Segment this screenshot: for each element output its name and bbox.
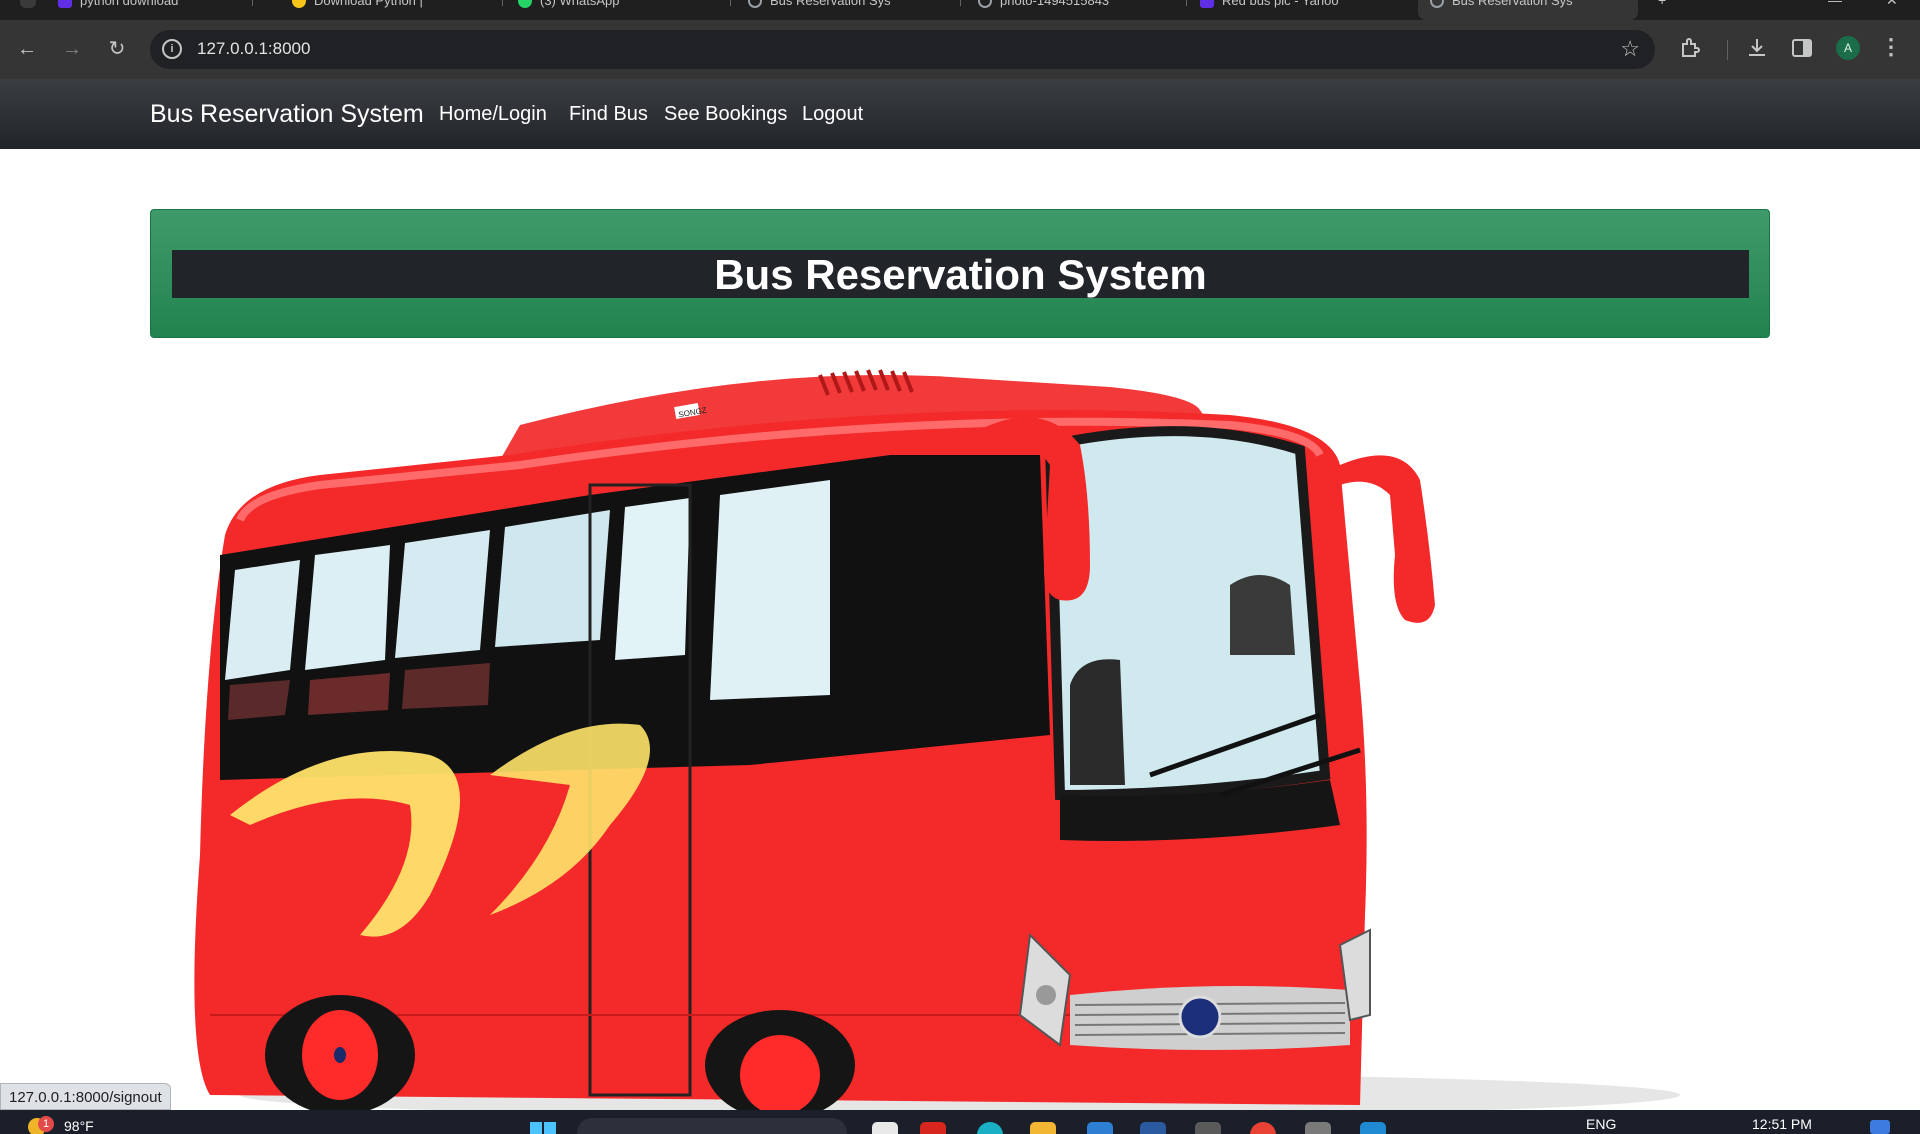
close-window-icon[interactable]: ✕ — [1886, 0, 1898, 9]
whatsapp-favicon-icon — [518, 0, 532, 8]
chrome-browser-icon[interactable] — [1250, 1122, 1276, 1134]
browser-toolbar: ← → ↻ i 127.0.0.1:8000 ☆ A ⋮ — [0, 20, 1920, 79]
notification-center-icon[interactable] — [1870, 1120, 1890, 1134]
tab-5[interactable]: photo-1494515843 — [978, 0, 1158, 20]
red-bus-illustration: SONGZ — [194, 369, 1680, 1120]
app-icon[interactable] — [1195, 1122, 1221, 1134]
reload-icon[interactable]: ↻ — [102, 34, 132, 64]
url-text[interactable]: 127.0.0.1:8000 — [197, 39, 310, 59]
tab-label: Bus Reservation Sys — [1452, 0, 1573, 8]
link-status-bubble: 127.0.0.1:8000/signout — [0, 1083, 171, 1110]
nav-link-logout[interactable]: Logout — [802, 103, 863, 126]
site-info-icon[interactable]: i — [162, 39, 182, 59]
store-icon[interactable] — [1087, 1122, 1113, 1134]
tab-separator — [730, 0, 731, 6]
python-favicon-icon — [292, 0, 306, 8]
tab-label: Download Python | — [314, 0, 423, 8]
browser-tab-strip: python download Download Python | (3) Wh… — [0, 0, 1920, 20]
side-panel-icon[interactable] — [1788, 36, 1816, 67]
app-icon[interactable] — [1305, 1122, 1331, 1134]
menu-kebab-icon[interactable]: ⋮ — [1880, 34, 1902, 60]
banner-title: Bus Reservation System — [172, 250, 1749, 298]
globe-favicon-icon — [1430, 0, 1444, 8]
download-icon[interactable] — [1743, 36, 1771, 67]
tab-label: Bus Reservation Sys — [770, 0, 891, 8]
tab-separator — [252, 0, 253, 6]
tab-separator — [502, 0, 503, 6]
nav-link-home-login[interactable]: Home/Login — [439, 103, 547, 126]
tab-active[interactable]: Bus Reservation Sys — [1418, 0, 1638, 20]
tab-3[interactable]: (3) WhatsApp — [518, 0, 698, 20]
navbar-brand[interactable]: Bus Reservation System — [150, 100, 424, 129]
nav-link-see-bookings[interactable]: See Bookings — [664, 103, 787, 126]
title-banner: Bus Reservation System — [150, 209, 1770, 338]
bookmark-star-icon[interactable]: ☆ — [1620, 36, 1640, 62]
language-indicator[interactable]: ENG — [1586, 1116, 1616, 1132]
address-bar[interactable]: i 127.0.0.1:8000 ☆ — [150, 30, 1655, 69]
new-tab-icon[interactable]: + — [1658, 0, 1666, 8]
tab-label: photo-1494515843 — [1000, 0, 1110, 8]
tab-search-button[interactable] — [20, 0, 36, 8]
vscode-icon[interactable] — [1360, 1122, 1386, 1134]
globe-favicon-icon — [748, 0, 762, 8]
bus-image: SONGZ — [190, 355, 1780, 1120]
tab-2[interactable]: Download Python | — [292, 0, 472, 20]
windows-taskbar: 1 98°F ENG 12:51 PM — [0, 1110, 1920, 1134]
app-icon[interactable] — [1140, 1122, 1166, 1134]
windows-start-icon[interactable] — [530, 1122, 556, 1134]
tab-4[interactable]: Bus Reservation Sys — [748, 0, 928, 20]
site-navbar: Bus Reservation System Home/Login Find B… — [0, 79, 1920, 149]
file-explorer-icon[interactable] — [1030, 1122, 1056, 1134]
minimize-icon[interactable]: — — [1828, 0, 1842, 8]
edge-browser-icon[interactable] — [977, 1122, 1003, 1134]
tab-label: (3) WhatsApp — [540, 0, 620, 8]
forward-icon[interactable]: → — [57, 34, 87, 64]
tab-1[interactable]: python download — [58, 0, 238, 20]
clock-time[interactable]: 12:51 PM — [1752, 1116, 1812, 1132]
task-view-icon[interactable] — [872, 1122, 898, 1134]
globe-favicon-icon — [978, 0, 992, 8]
tab-separator — [960, 0, 961, 6]
weather-temperature[interactable]: 98°F — [64, 1118, 94, 1134]
toolbar-separator — [1727, 40, 1728, 60]
yahoo-favicon-icon — [58, 0, 72, 8]
tab-separator — [1186, 0, 1187, 6]
app-icon[interactable] — [920, 1122, 946, 1134]
tab-label: python download — [80, 0, 179, 8]
tab-6[interactable]: Red bus pic - Yahoo — [1200, 0, 1380, 20]
back-icon[interactable]: ← — [12, 34, 42, 64]
tab-label: Red bus pic - Yahoo — [1222, 0, 1339, 8]
notification-badge: 1 — [38, 1116, 54, 1132]
extensions-icon[interactable] — [1677, 36, 1705, 67]
yahoo-favicon-icon — [1200, 0, 1214, 8]
nav-link-find-bus[interactable]: Find Bus — [569, 103, 648, 126]
profile-avatar[interactable]: A — [1836, 36, 1860, 60]
taskbar-search-box[interactable] — [577, 1118, 847, 1134]
